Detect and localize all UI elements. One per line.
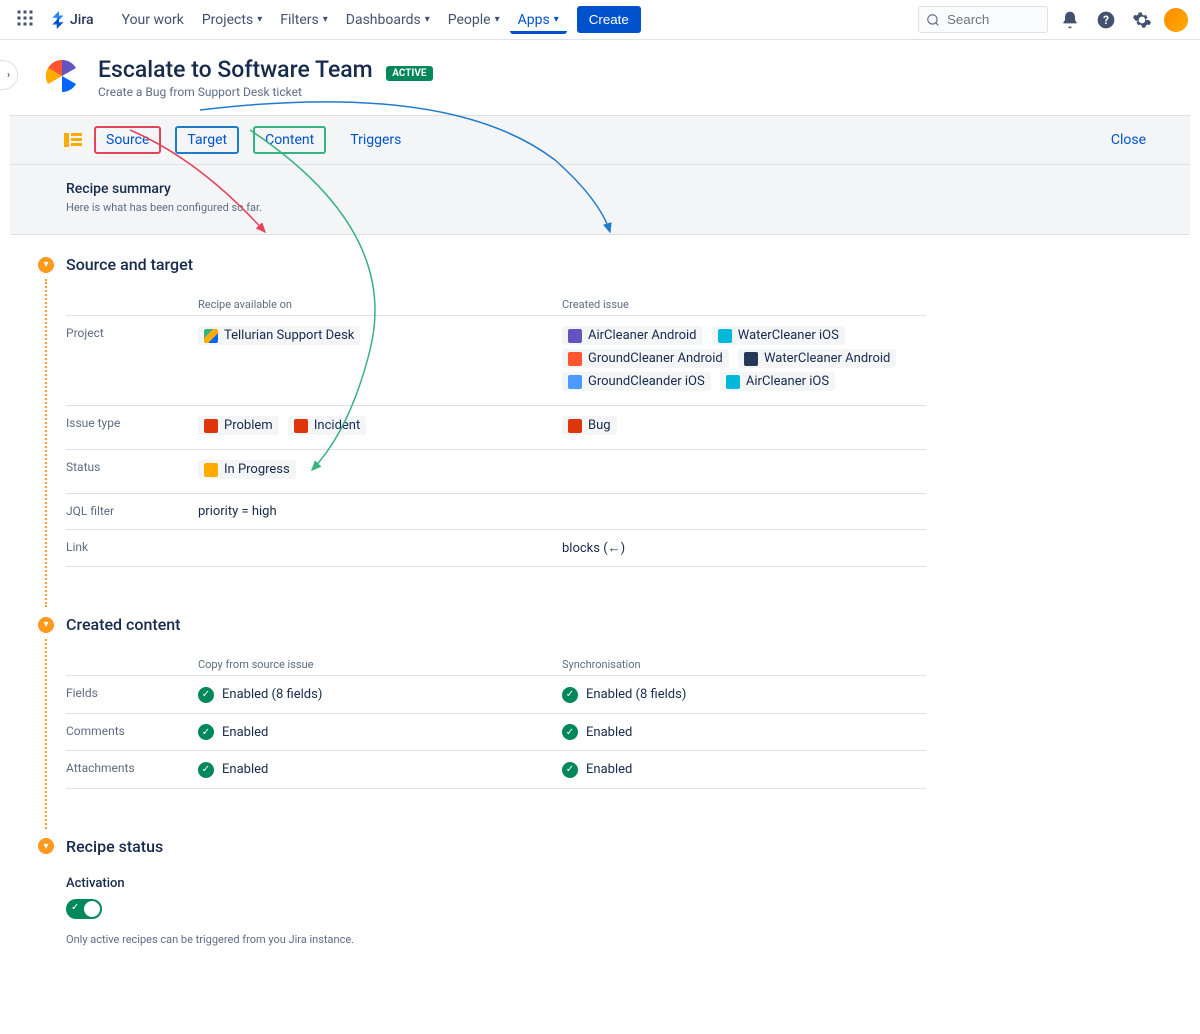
table-row: Comments ✓Enabled ✓Enabled — [66, 714, 926, 752]
table-row: Project Tellurian Support Desk AirCleane… — [66, 316, 926, 406]
recipe-logo — [42, 56, 82, 96]
project-icon — [718, 329, 732, 343]
project-icon — [726, 375, 740, 389]
activation-toggle[interactable]: ✓ — [66, 899, 102, 919]
search-icon — [926, 13, 940, 27]
section-chevron-icon[interactable]: ▾ — [38, 617, 54, 633]
tab-triggers[interactable]: Triggers — [340, 128, 411, 152]
section-chevron-icon[interactable]: ▾ — [38, 838, 54, 854]
chevron-down-icon: ▾ — [495, 14, 500, 25]
chevron-down-icon: ▾ — [425, 14, 430, 25]
check-icon: ✓ — [562, 762, 578, 778]
section-title: Created content — [66, 615, 181, 634]
summary-title: Recipe summary — [66, 181, 1166, 197]
page-subtitle: Create a Bug from Support Desk ticket — [98, 85, 433, 99]
tab-bar: Source Target Content Triggers Close — [10, 115, 1190, 165]
section-title: Source and target — [66, 255, 193, 274]
nav-filters[interactable]: Filters▾ — [272, 6, 336, 34]
summary-subtitle: Here is what has been configured so far. — [66, 201, 1166, 214]
project-lozenge: Tellurian Support Desk — [198, 326, 360, 345]
project-icon — [568, 329, 582, 343]
project-icon — [568, 352, 582, 366]
help-icon[interactable]: ? — [1092, 6, 1120, 34]
table-row: JQL filter priority = high — [66, 494, 926, 530]
issuetype-icon — [294, 419, 308, 433]
section-source-target: ▾ Source and target Recipe available on … — [66, 255, 1166, 567]
project-icon — [744, 352, 758, 366]
project-lozenge: AirCleaner iOS — [720, 372, 835, 391]
table-row: Fields ✓Enabled (8 fields) ✓Enabled (8 f… — [66, 676, 926, 714]
svg-text:?: ? — [1103, 13, 1109, 27]
issuetype-icon — [568, 419, 582, 433]
issuetype-lozenge: Bug — [562, 416, 617, 435]
project-icon — [568, 375, 582, 389]
close-link[interactable]: Close — [1111, 132, 1166, 148]
table-row: Status In Progress — [66, 450, 926, 494]
activation-label: Activation — [66, 876, 1166, 891]
nav-projects[interactable]: Projects▾ — [194, 6, 270, 34]
status-badge: ACTIVE — [386, 66, 432, 81]
activation-note: Only active recipes can be triggered fro… — [66, 933, 1166, 946]
top-navigation: Jira Your work Projects▾ Filters▾ Dashbo… — [0, 0, 1200, 40]
app-switcher-icon[interactable] — [12, 5, 38, 35]
col-header-source: Recipe available on — [198, 298, 562, 311]
tab-content[interactable]: Content — [253, 126, 326, 154]
jira-logo[interactable]: Jira — [42, 11, 102, 29]
project-icon — [204, 329, 218, 343]
project-lozenge: WaterCleaner Android — [738, 349, 896, 368]
chevron-down-icon: ▾ — [554, 14, 559, 25]
project-lozenge: GroundCleander iOS — [562, 372, 711, 391]
section-chevron-icon[interactable]: ▾ — [38, 257, 54, 273]
section-created-content: ▾ Created content Copy from source issue… — [66, 615, 1166, 789]
check-icon: ✓ — [198, 724, 214, 740]
summary-section: Recipe summary Here is what has been con… — [10, 165, 1190, 235]
search-input-wrapper — [918, 6, 1048, 33]
page-title: Escalate to Software Team — [98, 56, 373, 83]
project-lozenge: WaterCleaner iOS — [712, 326, 845, 345]
project-lozenge: GroundCleaner Android — [562, 349, 729, 368]
create-button[interactable]: Create — [577, 6, 641, 33]
section-recipe-status: ▾ Recipe status Activation ✓ Only active… — [66, 837, 1166, 946]
tab-source[interactable]: Source — [94, 126, 161, 154]
chevron-down-icon: ▾ — [323, 14, 328, 25]
col-header-source: Copy from source issue — [198, 658, 562, 671]
table-row: Issue type Problem Incident Bug — [66, 406, 926, 450]
issuetype-icon — [204, 419, 218, 433]
col-header-target: Created issue — [562, 298, 926, 311]
settings-icon[interactable] — [1128, 6, 1156, 34]
issuetype-lozenge: Incident — [288, 416, 366, 435]
section-title: Recipe status — [66, 837, 163, 856]
status-lozenge: In Progress — [198, 460, 296, 479]
col-header-target: Synchronisation — [562, 658, 926, 671]
check-icon: ✓ — [198, 687, 214, 703]
page-header: Escalate to Software Team ACTIVE Create … — [10, 40, 1190, 115]
table-row: Link blocks (←) — [66, 530, 926, 567]
layout-icon — [64, 133, 82, 147]
check-icon: ✓ — [198, 762, 214, 778]
nav-dashboards[interactable]: Dashboards▾ — [338, 6, 438, 34]
notifications-icon[interactable] — [1056, 6, 1084, 34]
nav-apps[interactable]: Apps▾ — [510, 6, 567, 34]
project-lozenge: AirCleaner Android — [562, 326, 703, 345]
user-avatar[interactable] — [1164, 8, 1188, 32]
issuetype-lozenge: Problem — [198, 416, 279, 435]
chevron-down-icon: ▾ — [257, 14, 262, 25]
nav-your-work[interactable]: Your work — [114, 6, 192, 34]
tab-target[interactable]: Target — [175, 126, 239, 154]
nav-people[interactable]: People▾ — [440, 6, 508, 34]
check-icon: ✓ — [562, 687, 578, 703]
table-row: Attachments ✓Enabled ✓Enabled — [66, 751, 926, 789]
jira-logo-text: Jira — [70, 12, 94, 28]
check-icon: ✓ — [562, 724, 578, 740]
status-icon — [204, 463, 218, 477]
